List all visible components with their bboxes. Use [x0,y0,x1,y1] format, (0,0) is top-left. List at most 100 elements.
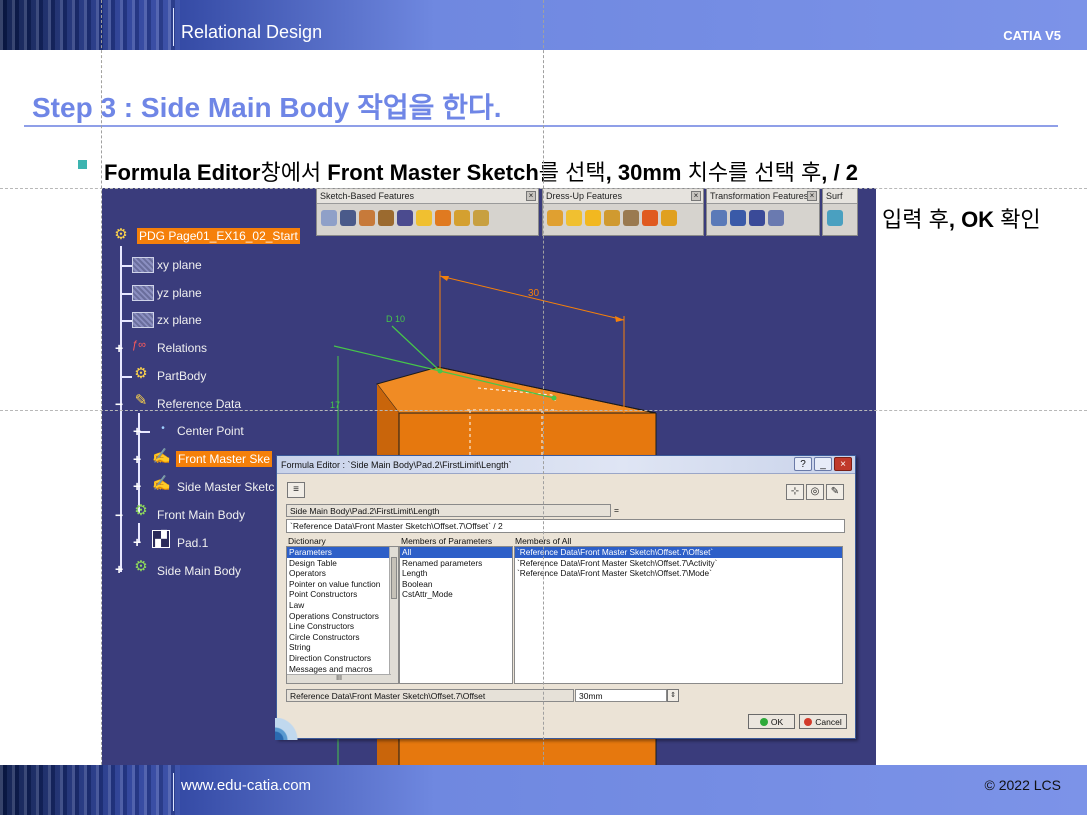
dictionary-item[interactable]: Operations Constructors [287,611,398,622]
toolbar-transformation-features[interactable]: Transformation Features × [706,188,820,236]
toolbar-sketch-based-features[interactable]: Sketch-Based Features × [316,188,539,236]
dictionary-item[interactable]: Messages and macros [287,664,398,675]
remove-face-icon[interactable] [661,210,677,226]
tree-front-main-body[interactable]: Front Main Body [157,508,245,522]
edit-name-icon[interactable]: ≡ [287,482,305,498]
tree-xy-plane[interactable]: xy plane [157,258,202,272]
expand-icon[interactable]: + [115,341,125,355]
thickness-icon[interactable] [623,210,639,226]
tree-root[interactable]: PDG Page01_EX16_02_Start [137,228,300,244]
collapse-icon[interactable]: − [115,508,125,522]
step-title: Step 3 : Side Main Body 작업을 한다. [32,92,502,123]
cancel-button[interactable]: Cancel [799,714,847,729]
toolbar-icons[interactable] [707,204,819,232]
edge-fillet-icon[interactable] [547,210,563,226]
dialog-titlebar[interactable]: Formula Editor : `Side Main Body\Pad.2\F… [277,456,855,474]
dictionary-item[interactable]: Direction Constructors [287,653,398,664]
expand-icon[interactable]: + [133,479,143,493]
dictionary-item[interactable]: Circle Constructors [287,632,398,643]
footer-site[interactable]: www.edu-catia.com [181,777,311,794]
tree-relations[interactable]: Relations [157,341,207,355]
members-params-list[interactable]: All Renamed parameters Length Boolean CstAtt… [399,546,513,684]
rib-icon[interactable] [416,210,432,226]
split-icon[interactable] [827,210,843,226]
minimize-button[interactable]: _ [814,457,832,471]
member-param-item[interactable]: Boolean [400,579,512,590]
toolbar-close-icon[interactable]: × [807,191,817,201]
dictionary-scrollbar[interactable] [389,547,398,683]
expand-icon[interactable]: + [133,535,143,549]
collapse-icon[interactable]: − [115,397,125,411]
members-params-label: Members of Parameters [401,536,493,546]
eraser-icon[interactable]: ✎ [826,484,844,500]
member-param-item[interactable]: All [400,547,512,558]
member-param-item[interactable]: CstAttr_Mode [400,589,512,600]
toolbar-title: Sketch-Based Features [320,191,415,201]
tree-side-master-sketch[interactable]: Side Master Sketc [177,480,274,494]
pattern-icon[interactable] [749,210,765,226]
formula-editor-dialog[interactable]: Formula Editor : `Side Main Body\Pad.2\F… [275,455,856,740]
dictionary-item[interactable]: Line Constructors [287,621,398,632]
dictionary-item[interactable]: Design Table [287,558,398,569]
measure-icon[interactable]: ⊹ [786,484,804,500]
hole-icon[interactable] [397,210,413,226]
stiffener-icon[interactable] [454,210,470,226]
dictionary-item[interactable]: Operators [287,568,398,579]
spinner-icon[interactable]: ⇕ [667,689,679,702]
member-all-item[interactable]: `Reference Data\Front Master Sketch\Offs… [515,558,842,569]
dictionary-list[interactable]: Parameters Design Table Operators Pointer o… [286,546,399,684]
member-all-item[interactable]: `Reference Data\Front Master Sketch\Offs… [515,568,842,579]
chamfer-icon[interactable] [566,210,582,226]
slot-icon[interactable] [435,210,451,226]
slide: Relational Design CATIA V5 Step 3 : Side… [0,0,1087,815]
expand-icon[interactable]: + [115,562,125,576]
dictionary-hscroll[interactable]: III [287,674,391,683]
member-param-item[interactable]: Renamed parameters [400,558,512,569]
member-all-item[interactable]: `Reference Data\Front Master Sketch\Offs… [515,547,842,558]
scaling-icon[interactable] [768,210,784,226]
toolbar-surf[interactable]: Surf [822,188,858,236]
tree-pad1[interactable]: Pad.1 [177,536,208,550]
shaft-icon[interactable] [359,210,375,226]
dictionary-item[interactable]: String [287,642,398,653]
formula-input[interactable]: `Reference Data\Front Master Sketch\Offs… [286,519,845,533]
toolbar-icons[interactable] [823,204,857,232]
dictionary-item[interactable]: Point Constructors [287,589,398,600]
shell-icon[interactable] [604,210,620,226]
tree-zx-plane[interactable]: zx plane [157,313,202,327]
mirror-icon[interactable] [730,210,746,226]
dictionary-item[interactable]: Parameters [287,547,398,558]
thread-icon[interactable] [642,210,658,226]
close-button[interactable]: × [834,457,852,471]
help-button[interactable]: ? [794,457,812,471]
member-param-item[interactable]: Length [400,568,512,579]
pocket-icon[interactable] [340,210,356,226]
toolbar-icons[interactable] [543,204,703,232]
tree-partbody[interactable]: PartBody [157,369,206,383]
insert-icon[interactable]: ◎ [806,484,824,500]
dictionary-item[interactable]: Pointer on value function [287,579,398,590]
draft-icon[interactable] [585,210,601,226]
pad-icon[interactable] [321,210,337,226]
dictionary-item[interactable]: Law [287,600,398,611]
value-field[interactable]: 30mm [575,689,667,702]
translation-icon[interactable] [711,210,727,226]
ok-button[interactable]: OK [748,714,795,729]
instr-ok: , OK [948,207,995,232]
members-all-list[interactable]: `Reference Data\Front Master Sketch\Offs… [514,546,843,684]
tree-yz-plane[interactable]: yz plane [157,286,202,300]
guide-line [543,0,544,815]
expand-icon[interactable]: + [133,424,143,438]
tree-side-main-body[interactable]: Side Main Body [157,564,241,578]
loft-icon[interactable] [473,210,489,226]
tree-center-point[interactable]: Center Point [177,424,244,438]
toolbar-icons[interactable] [317,204,538,232]
toolbar-close-icon[interactable]: × [526,191,536,201]
selected-path-field: Reference Data\Front Master Sketch\Offse… [286,689,574,702]
groove-icon[interactable] [378,210,394,226]
tree-reference-data[interactable]: Reference Data [157,397,241,411]
expand-icon[interactable]: + [133,452,143,466]
toolbar-dress-up-features[interactable]: Dress-Up Features × [542,188,704,236]
toolbar-close-icon[interactable]: × [691,191,701,201]
tree-front-master-sketch[interactable]: Front Master Ske [176,451,273,467]
